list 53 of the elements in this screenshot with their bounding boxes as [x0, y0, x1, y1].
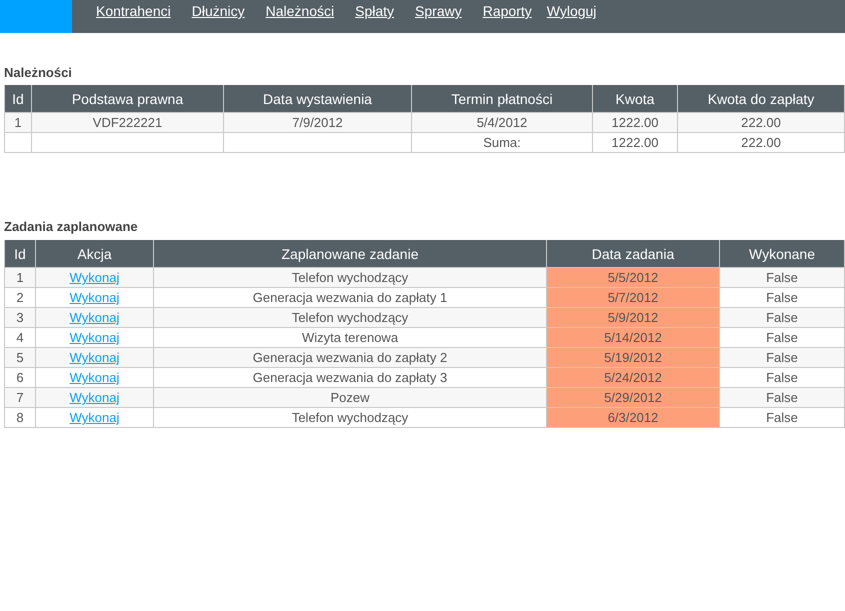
table-cell: 1222.00 [592, 132, 678, 152]
table-cell: False [720, 308, 844, 328]
column-header: Id [4, 240, 36, 268]
nav-link[interactable]: Spłaty [355, 3, 394, 19]
table-cell: Telefon wychodzący [154, 408, 546, 428]
date-cell: 5/19/2012 [546, 348, 720, 368]
table-cell: 7 [4, 388, 36, 408]
column-header: Podstawa prawna [32, 85, 224, 112]
nav-link[interactable]: Dłużnicy [192, 3, 245, 19]
table-cell: Suma: [412, 132, 592, 152]
table-cell: Generacja wezwania do zapłaty 2 [154, 348, 546, 368]
table-cell: 222.00 [678, 112, 844, 132]
table-cell: 222.00 [678, 132, 844, 152]
table-cell: False [720, 268, 844, 288]
date-cell: 5/7/2012 [546, 288, 720, 308]
table-cell: 8 [4, 408, 36, 428]
nav-link[interactable]: Raporty [482, 3, 532, 19]
logo-block [0, 0, 72, 33]
table-cell: 1 [4, 112, 32, 132]
table-cell: False [720, 348, 844, 368]
table-cell: 3 [4, 308, 36, 328]
table-cell: Pozew [154, 388, 546, 408]
column-header: Akcja [36, 240, 154, 268]
column-header: Kwota do zapłaty [678, 85, 844, 112]
table-cell: False [720, 388, 844, 408]
column-header: Kwota [592, 85, 678, 112]
date-cell: 5/9/2012 [546, 308, 720, 328]
date-cell: 6/3/2012 [546, 408, 720, 428]
nav-link[interactable]: Sprawy [415, 3, 462, 19]
date-cell: 5/14/2012 [546, 328, 720, 348]
column-header: Wykonane [720, 240, 844, 268]
column-header: Zaplanowane zadanie [154, 240, 546, 268]
table-cell: False [720, 408, 844, 428]
table-cell: VDF222221 [32, 112, 224, 132]
nav-link[interactable]: Należności [266, 3, 334, 19]
date-cell: 5/24/2012 [546, 368, 720, 388]
table-cell: 1 [4, 268, 36, 288]
column-header: Data zadania [546, 240, 720, 268]
table-cell: 1222.00 [592, 112, 678, 132]
column-header: Termin płatności [412, 85, 592, 112]
section-title: Należności [3, 65, 73, 80]
column-header: Data wystawienia [224, 85, 412, 112]
table-cell: 5 [4, 348, 36, 368]
table-cell: 5/4/2012 [412, 112, 592, 132]
column-header: Id [4, 85, 32, 112]
table-cell: Telefon wychodzący [154, 308, 546, 328]
nav-link[interactable]: Kontrahenci [96, 3, 171, 19]
date-cell: 5/5/2012 [546, 268, 720, 288]
nav-link[interactable]: Wyloguj [546, 3, 596, 19]
date-cell: 5/29/2012 [546, 388, 720, 408]
table-cell: 7/9/2012 [224, 112, 412, 132]
section-title: Zadania zaplanowane [3, 219, 139, 234]
table-cell: Telefon wychodzący [154, 268, 546, 288]
